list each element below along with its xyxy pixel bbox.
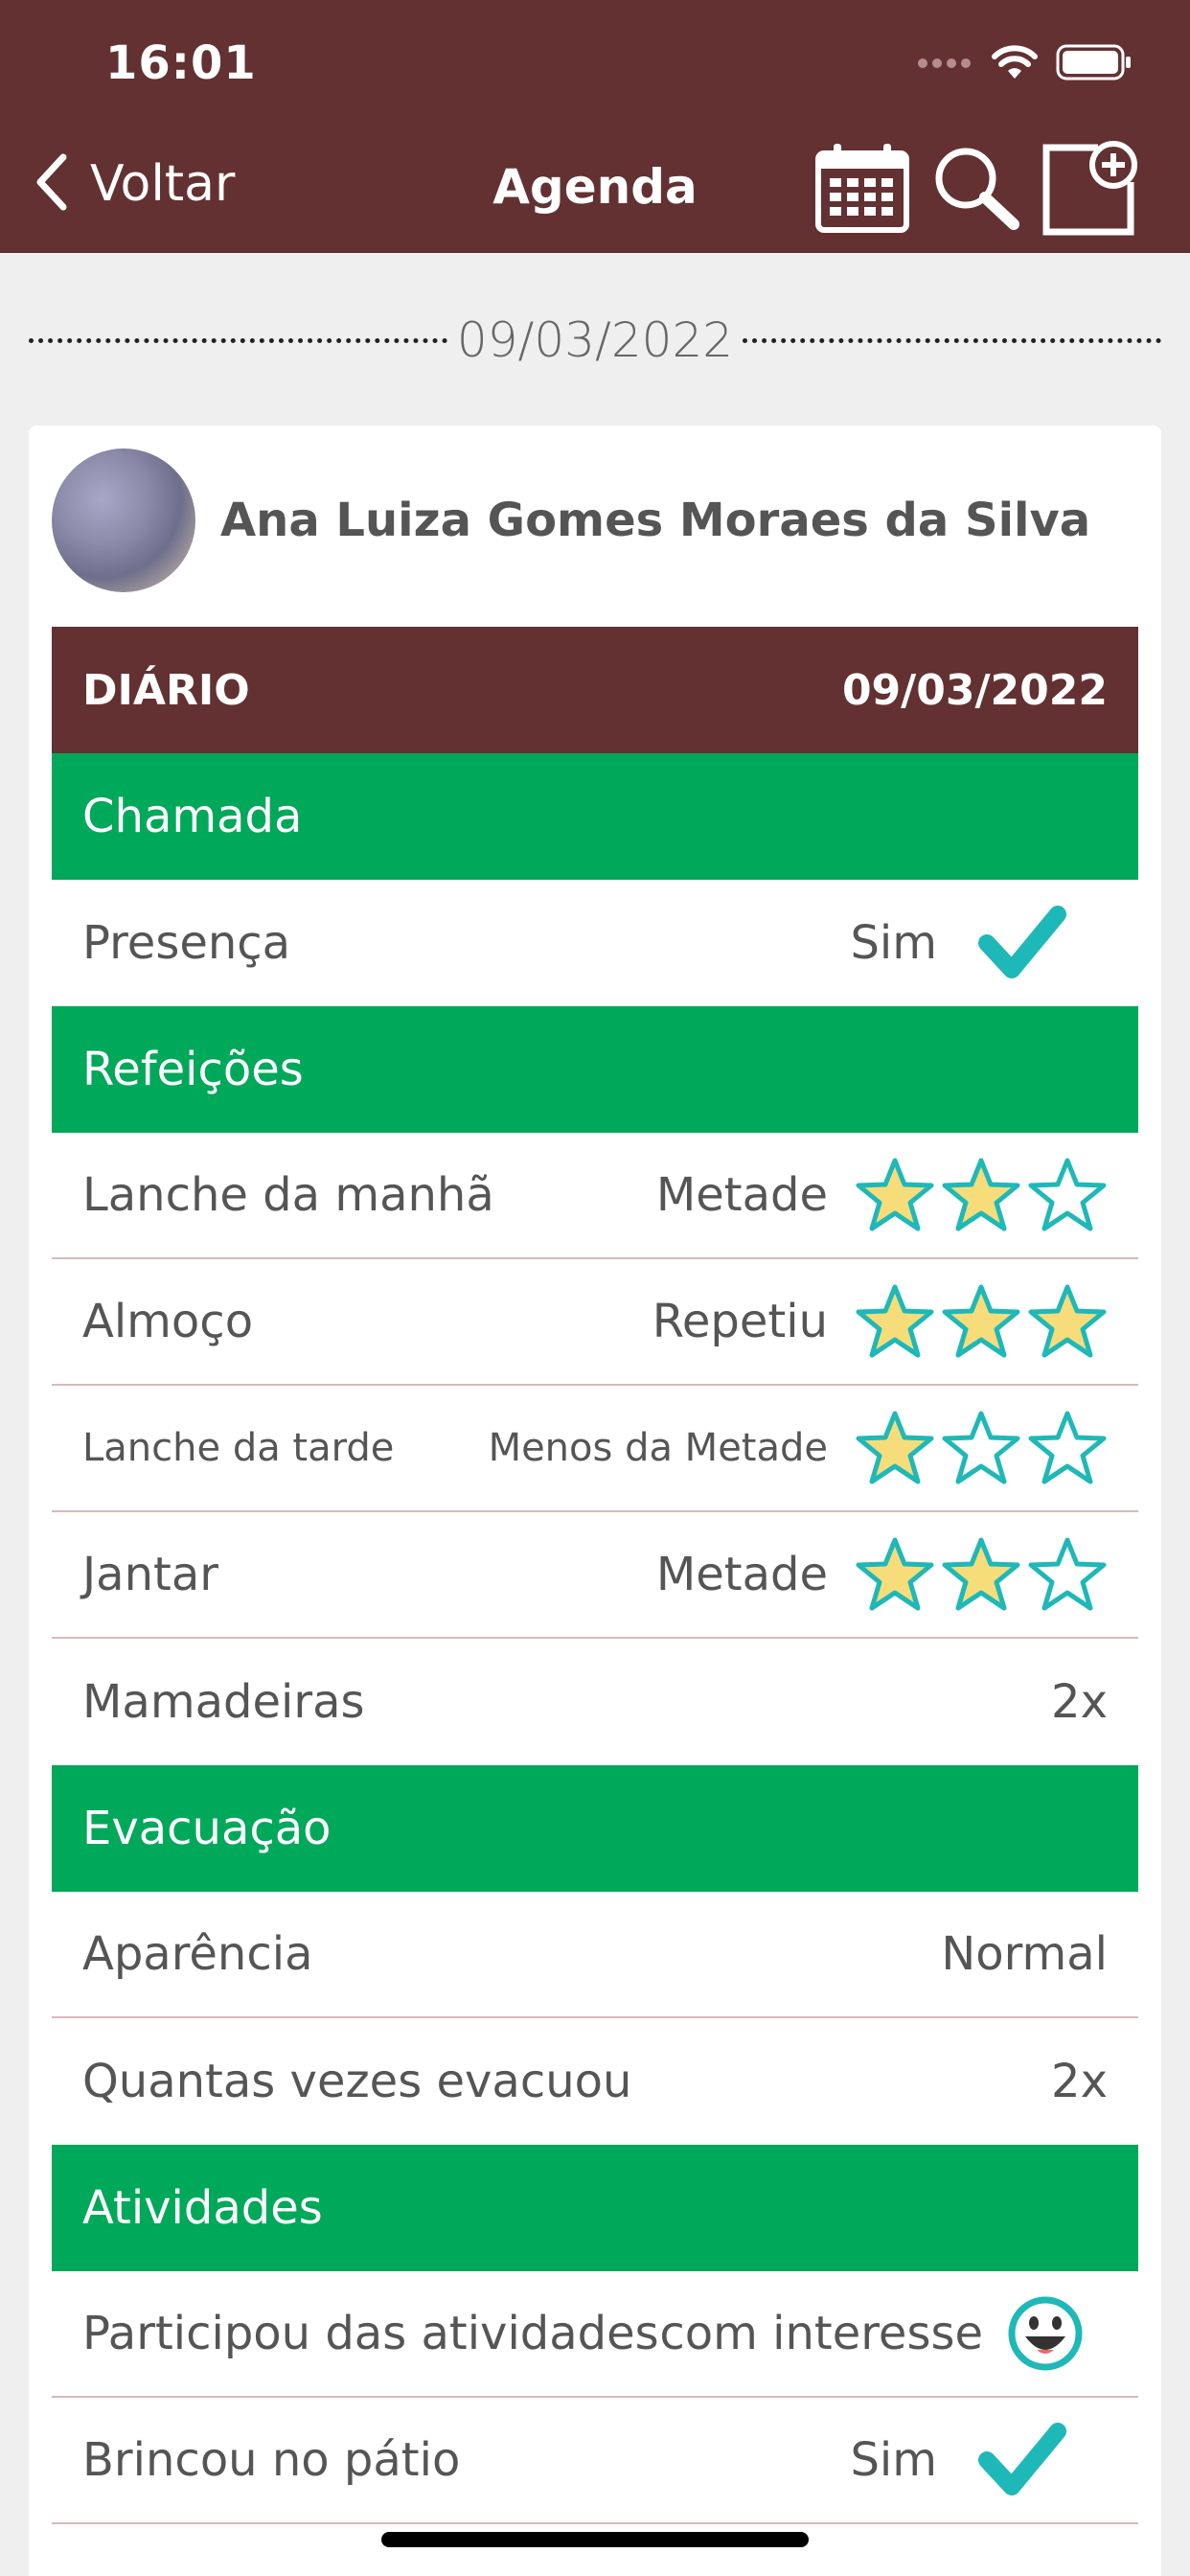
row-label: Brincou no pátio [82, 2433, 461, 2487]
row-value: Menos da Metade [488, 1426, 828, 1470]
row-value: com interesse [659, 2307, 983, 2360]
header-actions [814, 138, 1140, 242]
avatar [52, 448, 195, 592]
row-label: Mamadeiras [82, 1675, 365, 1729]
calendar-icon[interactable] [814, 142, 910, 238]
star-empty-icon [1027, 1534, 1108, 1615]
row-value: Metade [655, 1168, 828, 1222]
section-atividades: Atividades [52, 2145, 1138, 2271]
student-profile[interactable]: Ana Luiza Gomes Moraes da Silva [52, 448, 1090, 592]
star-rating [855, 1408, 1108, 1488]
star-empty-icon [941, 1408, 1021, 1488]
row-label: Presença [82, 916, 291, 970]
star-rating [855, 1534, 1108, 1615]
row-value: 2x [1051, 2055, 1108, 2108]
diary-date: 09/03/2022 [841, 665, 1108, 715]
row-label: Participou das atividades [82, 2307, 659, 2360]
star-filled-icon [1027, 1281, 1108, 1362]
diary-header: DIÁRIO 09/03/2022 [52, 627, 1138, 753]
star-filled-icon [941, 1281, 1021, 1362]
star-empty-icon [1027, 1155, 1108, 1235]
star-filled-icon [941, 1155, 1021, 1235]
list-item: Lanche da manhã Metade [52, 1133, 1138, 1259]
star-rating [855, 1155, 1108, 1235]
row-value: 2x [1051, 1675, 1108, 1729]
back-label: Voltar [90, 155, 236, 213]
star-filled-icon [941, 1534, 1021, 1615]
diary-title: DIÁRIO [82, 665, 250, 715]
list-item: Participou das atividades com interesse [52, 2271, 1138, 2398]
divider-date: 09/03/2022 [456, 312, 734, 368]
list-item: Jantar Metade [52, 1512, 1138, 1639]
status-time: 16:01 [105, 36, 257, 90]
row-label: Almoço [82, 1295, 254, 1348]
list-item: Almoço Repetiu [52, 1259, 1138, 1386]
list-item: Mamadeiras 2x [52, 1639, 1138, 1765]
list-item: Presença Sim [52, 880, 1138, 1006]
star-filled-icon [855, 1281, 935, 1362]
chevron-left-icon [34, 153, 69, 215]
row-label: Lanche da manhã [82, 1168, 494, 1222]
diary-card: Ana Luiza Gomes Moraes da Silva DIÁRIO 0… [29, 426, 1161, 2576]
section-evacuacao: Evacuação [52, 1765, 1138, 1892]
cellular-signal-icon [916, 56, 973, 74]
row-label: Quantas vezes evacuou [82, 2055, 632, 2108]
new-note-icon[interactable] [1041, 138, 1140, 242]
divider-line-left [29, 337, 447, 343]
home-indicator[interactable] [381, 2532, 809, 2547]
list-item: Aparência Normal [52, 1892, 1138, 2018]
happy-face-icon [983, 2294, 1108, 2373]
section-refeicoes: Refeições [52, 1006, 1138, 1133]
battery-icon [1056, 44, 1133, 84]
diary-table: DIÁRIO 09/03/2022 Chamada Presença Sim R… [52, 627, 1138, 2524]
checkmark-icon [937, 905, 1108, 981]
star-filled-icon [855, 1155, 935, 1235]
back-button[interactable]: Voltar [34, 153, 235, 215]
row-value: Normal [941, 1927, 1108, 1981]
top-bar: 16:01 Voltar Agenda [0, 0, 1190, 253]
wifi-icon [991, 44, 1039, 84]
star-rating [855, 1281, 1108, 1362]
row-label: Jantar [82, 1548, 218, 1601]
row-label: Lanche da tarde [82, 1426, 395, 1470]
row-value: Repetiu [652, 1295, 828, 1348]
date-divider: 09/03/2022 [29, 307, 1161, 374]
row-label: Aparência [82, 1927, 313, 1981]
student-name: Ana Luiza Gomes Moraes da Silva [220, 494, 1091, 547]
checkmark-icon [937, 2422, 1108, 2498]
divider-line-right [743, 337, 1161, 343]
status-icons [916, 44, 1133, 84]
list-item: Brincou no pátio Sim [52, 2398, 1138, 2524]
row-value: Sim [850, 2433, 937, 2487]
row-value: Sim [850, 916, 937, 970]
list-item: Lanche da tarde Menos da Metade [52, 1386, 1138, 1512]
section-chamada: Chamada [52, 753, 1138, 880]
star-empty-icon [1027, 1408, 1108, 1488]
star-filled-icon [855, 1408, 935, 1488]
list-item: Quantas vezes evacuou 2x [52, 2018, 1138, 2145]
row-value: Metade [655, 1548, 828, 1601]
search-icon[interactable] [929, 142, 1021, 238]
star-filled-icon [855, 1534, 935, 1615]
